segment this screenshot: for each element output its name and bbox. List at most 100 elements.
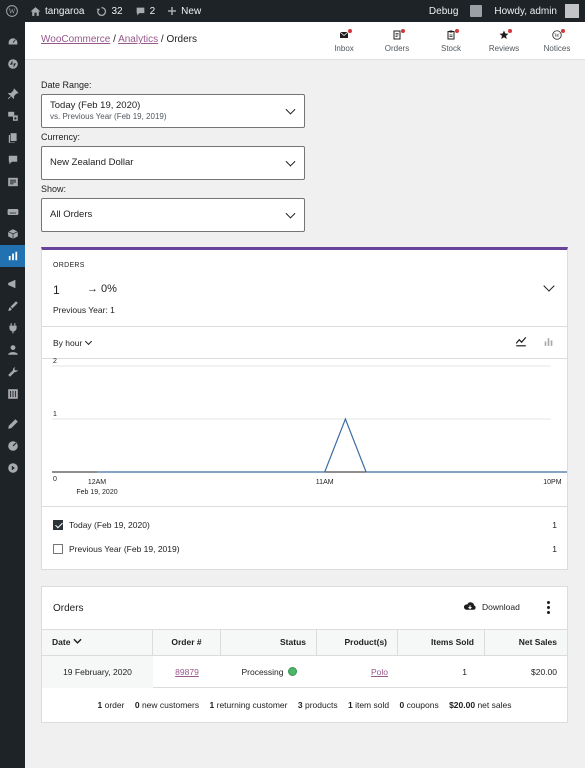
column-date[interactable]: Date <box>42 630 153 655</box>
show-select[interactable]: All Orders <box>41 198 305 232</box>
menu-users[interactable] <box>0 339 25 361</box>
legend-label: Today (Feb 19, 2020) <box>69 520 150 530</box>
summary-value: 1 <box>53 283 60 297</box>
interval-select[interactable]: By hour <box>53 337 93 348</box>
cell-product: Polo <box>317 656 398 688</box>
column-net-sales[interactable]: Net Sales <box>485 630 567 655</box>
woocommerce-icon: woo <box>7 209 18 215</box>
cell-date: 19 February, 2020 <box>42 656 153 688</box>
divider <box>42 326 567 327</box>
updates-link[interactable]: 32 <box>90 0 128 22</box>
x-tick-label: 12AM <box>88 479 106 486</box>
summary-products-label: products <box>304 700 338 710</box>
menu-media[interactable] <box>0 105 25 127</box>
menu-comments[interactable] <box>0 149 25 171</box>
account-menu[interactable]: Howdy, admin <box>488 0 585 22</box>
breadcrumb-analytics[interactable]: Analytics <box>118 34 158 45</box>
interval-value: By hour <box>53 338 83 348</box>
menu-products[interactable] <box>0 223 25 245</box>
media-icon <box>7 111 18 121</box>
summary-items-label: item sold <box>355 700 390 710</box>
header-reviews-label: Reviews <box>488 44 520 53</box>
menu-woocommerce[interactable]: woo <box>0 201 25 223</box>
line-chart-icon[interactable] <box>515 335 527 347</box>
currency-label: Currency: <box>41 132 81 142</box>
header-stock-label: Stock <box>440 44 461 53</box>
debug-link[interactable]: Debug <box>423 0 464 22</box>
header-notices[interactable]: W Notices <box>537 29 577 53</box>
chevron-down-icon <box>73 638 83 644</box>
notification-dot <box>508 29 512 33</box>
menu-dashboard[interactable] <box>0 31 25 53</box>
legend-count: 1 <box>552 544 557 554</box>
site-name: tangaroa <box>45 5 85 17</box>
column-status[interactable]: Status <box>221 630 317 655</box>
x-tick-sublabel: Feb 19, 2020 <box>76 489 117 496</box>
site-name-link[interactable]: tangaroa <box>24 0 90 22</box>
table-row: 19 February, 2020 89879 Processing Polo … <box>42 656 567 688</box>
order-link[interactable]: 89879 <box>175 667 199 677</box>
menu-posts[interactable] <box>0 83 25 105</box>
header-orders-label: Orders <box>384 44 410 53</box>
column-status-label: Status <box>280 637 306 647</box>
header-stock[interactable]: Stock <box>431 29 471 53</box>
download-button[interactable]: Download <box>463 601 520 612</box>
column-order[interactable]: Order # <box>153 630 221 655</box>
currency-select[interactable]: New Zealand Dollar <box>41 146 305 180</box>
speed-icon <box>7 441 18 451</box>
summary-coupons: 0 coupons <box>399 700 438 710</box>
summary-net-sales-value: $20.00 <box>449 700 476 710</box>
chevron-down-icon[interactable] <box>543 280 555 292</box>
users-icon <box>7 345 18 355</box>
menu-collapse[interactable] <box>0 457 25 479</box>
menu-pages[interactable] <box>0 127 25 149</box>
dashboard-icon <box>7 37 18 46</box>
column-products[interactable]: Product(s) <box>317 630 398 655</box>
column-order-label: Order # <box>171 637 202 647</box>
x-tick-label: 10PM <box>543 479 561 486</box>
comments-icon <box>8 155 17 165</box>
show-label: Show: <box>41 184 67 194</box>
menu-appearance[interactable] <box>0 295 25 317</box>
product-link[interactable]: Polo <box>371 667 388 677</box>
updates-count: 32 <box>111 5 123 17</box>
menu-plugins[interactable] <box>0 317 25 339</box>
column-net-sales-label: Net Sales <box>518 637 557 647</box>
header-reviews[interactable]: Reviews <box>484 29 524 53</box>
menu-wp-optimize[interactable] <box>0 435 25 457</box>
legend-checkbox[interactable] <box>53 544 63 554</box>
column-items-sold[interactable]: Items Sold <box>398 630 485 655</box>
menu-feedback[interactable] <box>0 171 25 193</box>
debug-bar-toggle[interactable] <box>464 0 488 22</box>
menu-analytics[interactable] <box>0 245 25 267</box>
summary-delta: → 0% <box>87 283 117 295</box>
pages-icon <box>8 133 17 143</box>
menu-jetpack[interactable] <box>0 53 25 75</box>
menu-settings[interactable] <box>0 383 25 405</box>
cell-order: 89879 <box>153 656 221 688</box>
wordpress-menu[interactable]: W <box>0 0 24 22</box>
marketing-icon <box>7 279 15 289</box>
cell-net-sales: $20.00 <box>531 667 557 677</box>
more-menu-icon[interactable] <box>547 601 551 616</box>
header-orders[interactable]: Orders <box>377 29 417 53</box>
date-range-compare: vs. Previous Year (Feb 19, 2019) <box>50 112 167 121</box>
breadcrumb-woocommerce[interactable]: WooCommerce <box>41 34 110 45</box>
menu-marketing[interactable] <box>0 273 25 295</box>
date-range-select[interactable]: Today (Feb 19, 2020) vs. Previous Year (… <box>41 94 305 128</box>
summary-number[interactable]: ORDERS 1 → 0% Previous Year: 1 <box>42 250 567 326</box>
comments-count: 2 <box>149 5 156 17</box>
bar-chart-icon[interactable] <box>543 336 554 347</box>
comments-link[interactable]: 2 <box>129 0 162 22</box>
y-tick-label: 2 <box>53 358 57 365</box>
header-inbox[interactable]: Inbox <box>324 29 364 53</box>
breadcrumb-separator: / <box>160 34 164 45</box>
svg-text:W: W <box>9 8 16 16</box>
menu-tools[interactable] <box>0 361 25 383</box>
menu-edit[interactable] <box>0 413 25 435</box>
analytics-icon <box>8 251 17 261</box>
products-icon <box>7 229 18 239</box>
legend-count: 1 <box>552 520 557 530</box>
new-content-link[interactable]: New <box>161 0 207 22</box>
legend-checkbox[interactable] <box>53 520 63 530</box>
